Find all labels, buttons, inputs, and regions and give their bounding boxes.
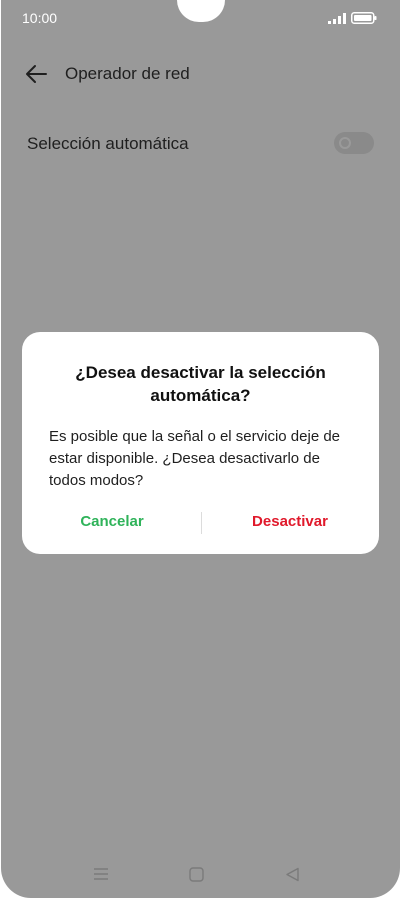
navigation-bar <box>1 860 400 890</box>
back-triangle-icon[interactable] <box>285 867 300 882</box>
home-icon[interactable] <box>189 867 204 882</box>
confirm-dialog: ¿Desea desactivar la selección automátic… <box>22 332 379 554</box>
dialog-button-divider <box>201 512 202 534</box>
phone-frame: 10:00 Operador de red Selección automáti… <box>0 0 401 900</box>
setting-row-automatic-selection[interactable]: Selección automática <box>1 122 400 166</box>
automatic-selection-toggle[interactable] <box>334 132 374 154</box>
signal-icon <box>328 13 346 24</box>
dialog-message: Es posible que la señal o el servicio de… <box>49 428 341 489</box>
deactivate-button[interactable]: Desactivar <box>220 504 360 540</box>
cancel-button[interactable]: Cancelar <box>42 504 182 540</box>
back-arrow-icon[interactable] <box>25 64 47 84</box>
dialog-title: ¿Desea desactivar la selección automátic… <box>75 363 326 405</box>
page-title: Operador de red <box>65 64 190 83</box>
toggle-knob <box>339 137 351 149</box>
screen: 10:00 Operador de red Selección automáti… <box>1 0 400 898</box>
setting-label: Selección automática <box>27 134 189 153</box>
battery-icon <box>351 12 377 24</box>
app-bar: Operador de red <box>1 52 400 96</box>
menu-icon[interactable] <box>93 866 109 882</box>
status-time: 10:00 <box>22 10 58 26</box>
